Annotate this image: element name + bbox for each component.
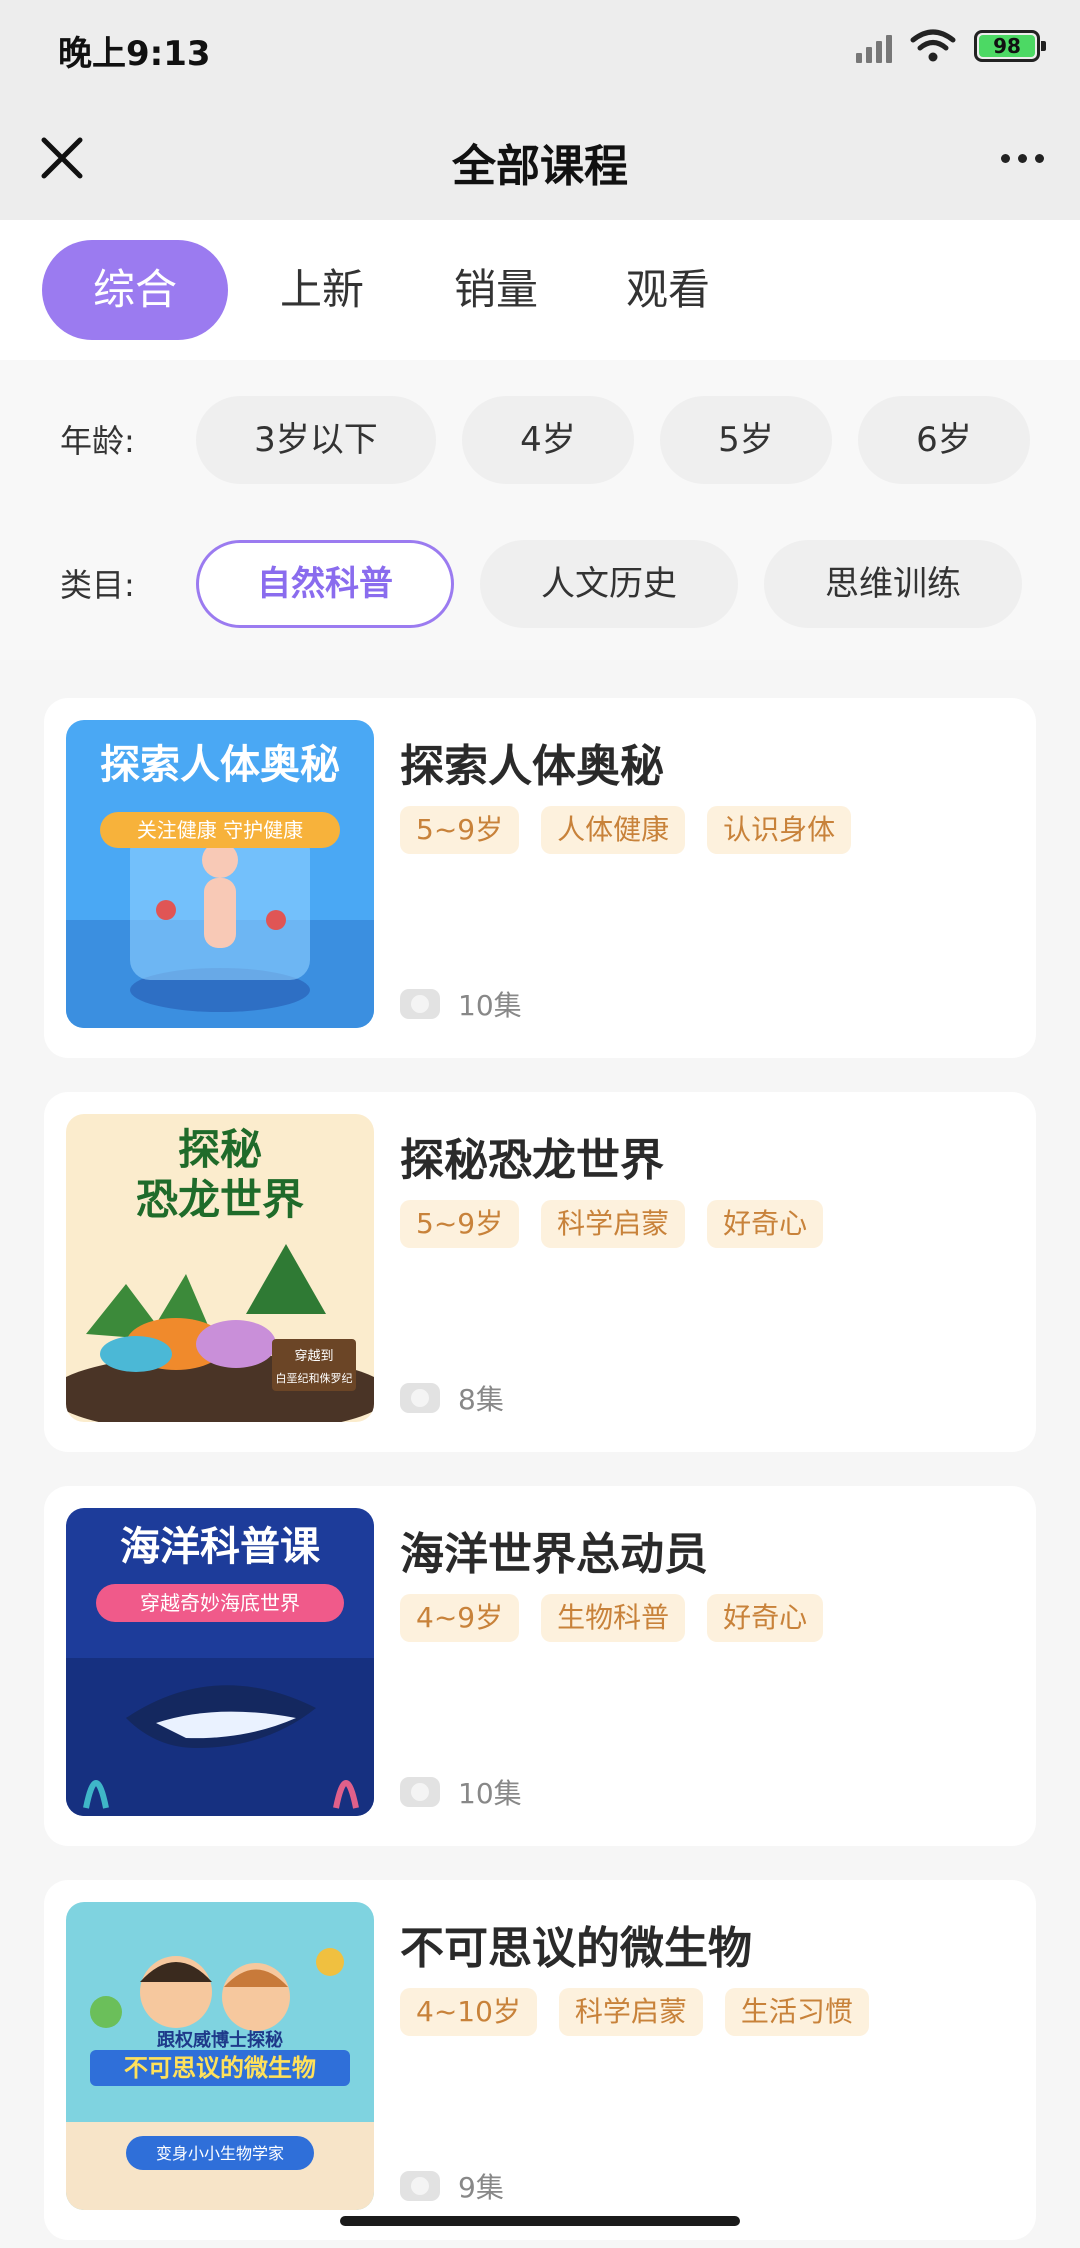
video-icon — [400, 989, 440, 1019]
course-card[interactable]: 探索人体奥秘 关注健康 守护健康 探索人体奥秘 5~9岁 人体健康 认识身体 1… — [44, 698, 1036, 1058]
thumb-heading: 探索人体奥秘 — [100, 742, 340, 788]
battery-icon: 98 — [974, 30, 1046, 62]
category-chip-natural-science[interactable]: 自然科普 — [196, 540, 454, 628]
episode-count: 8集 — [400, 1378, 504, 1418]
thumb-heading-2: 恐龙世界 — [136, 1175, 304, 1224]
episode-count-text: 8集 — [458, 1383, 504, 1416]
course-thumbnail: 跟权威博士探秘 不可思议的微生物 变身小小生物学家 — [66, 1902, 374, 2210]
video-icon — [400, 1777, 440, 1807]
tag-age: 4~10岁 — [400, 1988, 537, 2036]
tag-skill: 好奇心 — [707, 1200, 824, 1248]
course-thumbnail: 海洋科普课 穿越奇妙海底世界 — [66, 1508, 374, 1816]
thumb-sub: 关注健康 守护健康 — [137, 818, 303, 842]
age-chip-under-3[interactable]: 3岁以下 — [196, 396, 436, 484]
tab-new[interactable]: 上新 — [272, 240, 372, 340]
thumb-heading-1: 探秘 — [178, 1125, 262, 1174]
signal-icon — [856, 29, 892, 63]
course-title: 海洋世界总动员 — [400, 1529, 708, 1580]
age-filter-label: 年龄: — [60, 422, 135, 460]
status-bar: 晚上9:13 98 — [0, 0, 1080, 96]
tag-topic: 科学启蒙 — [541, 1200, 686, 1248]
course-tags: 5~9岁 人体健康 认识身体 — [400, 806, 852, 854]
age-chip-6[interactable]: 6岁 — [858, 396, 1030, 484]
nav-bar: 全部课程 — [0, 96, 1080, 220]
tag-skill: 认识身体 — [707, 806, 852, 854]
tag-age: 5~9岁 — [400, 1200, 520, 1248]
age-chip-4[interactable]: 4岁 — [462, 396, 634, 484]
sort-tabs: 综合 上新 销量 观看 — [0, 220, 1080, 360]
more-dots-icon — [1000, 153, 1010, 163]
course-tags: 4~10岁 科学启蒙 生活习惯 — [400, 1988, 869, 2036]
tag-skill: 好奇心 — [707, 1594, 824, 1642]
thumb-heading: 海洋科普课 — [120, 1524, 321, 1570]
page-title: 全部课程 — [452, 141, 628, 192]
episode-count: 10集 — [400, 984, 522, 1024]
home-indicator — [340, 2216, 740, 2226]
thumb-sign-2: 白垩纪和侏罗纪 — [276, 1371, 353, 1385]
filters-panel: 年龄: 3岁以下 4岁 5岁 6岁 类目: 自然科普 人文历史 思维训练 — [0, 360, 1080, 660]
tag-topic: 人体健康 — [541, 806, 686, 854]
episode-count-text: 9集 — [458, 2171, 504, 2204]
course-thumbnail: 探索人体奥秘 关注健康 守护健康 — [66, 720, 374, 1028]
tag-topic: 生物科普 — [541, 1594, 686, 1642]
tab-sales[interactable]: 销量 — [446, 240, 546, 340]
thumb-line-1: 跟权威博士探秘 — [157, 2029, 283, 2051]
course-card[interactable]: 穿越到 白垩纪和侏罗纪 探秘 恐龙世界 探秘恐龙世界 5~9岁 科学启蒙 好奇心… — [44, 1092, 1036, 1452]
category-chip-humanities-history[interactable]: 人文历史 — [480, 540, 738, 628]
battery-level: 98 — [979, 35, 1035, 57]
thumb-sign-1: 穿越到 — [294, 1348, 333, 1364]
episode-count: 9集 — [400, 2166, 504, 2206]
video-icon — [400, 1383, 440, 1413]
course-card[interactable]: 海洋科普课 穿越奇妙海底世界 海洋世界总动员 4~9岁 生物科普 好奇心 10集 — [44, 1486, 1036, 1846]
tag-age: 4~9岁 — [400, 1594, 520, 1642]
category-filter-label: 类目: — [60, 566, 135, 604]
course-thumbnail: 穿越到 白垩纪和侏罗纪 探秘 恐龙世界 — [66, 1114, 374, 1422]
more-button[interactable] — [990, 126, 1054, 190]
episode-count-text: 10集 — [458, 989, 522, 1022]
tab-views[interactable]: 观看 — [618, 240, 718, 340]
course-tags: 4~9岁 生物科普 好奇心 — [400, 1594, 824, 1642]
tag-topic: 科学启蒙 — [558, 1988, 703, 2036]
category-chip-thinking-training[interactable]: 思维训练 — [764, 540, 1022, 628]
wifi-icon — [910, 29, 956, 62]
tag-age: 5~9岁 — [400, 806, 520, 854]
status-icons: 98 — [856, 28, 1046, 64]
thumb-line-2: 不可思议的微生物 — [124, 2054, 316, 2082]
episode-count: 10集 — [400, 1772, 522, 1812]
course-title: 探秘恐龙世界 — [400, 1135, 664, 1186]
status-time: 晚上9:13 — [58, 34, 211, 74]
course-title: 探索人体奥秘 — [400, 741, 664, 792]
age-chip-5[interactable]: 5岁 — [660, 396, 832, 484]
thumb-line-3: 变身小小生物学家 — [156, 2144, 284, 2163]
course-tags: 5~9岁 科学启蒙 好奇心 — [400, 1200, 824, 1248]
tag-skill: 生活习惯 — [724, 1988, 869, 2036]
video-icon — [400, 2171, 440, 2201]
thumb-sub: 穿越奇妙海底世界 — [140, 1591, 300, 1615]
course-title: 不可思议的微生物 — [400, 1923, 752, 1974]
course-card[interactable]: 跟权威博士探秘 不可思议的微生物 变身小小生物学家 不可思议的微生物 4~10岁… — [44, 1880, 1036, 2240]
tab-comprehensive[interactable]: 综合 — [42, 240, 228, 340]
episode-count-text: 10集 — [458, 1777, 522, 1810]
